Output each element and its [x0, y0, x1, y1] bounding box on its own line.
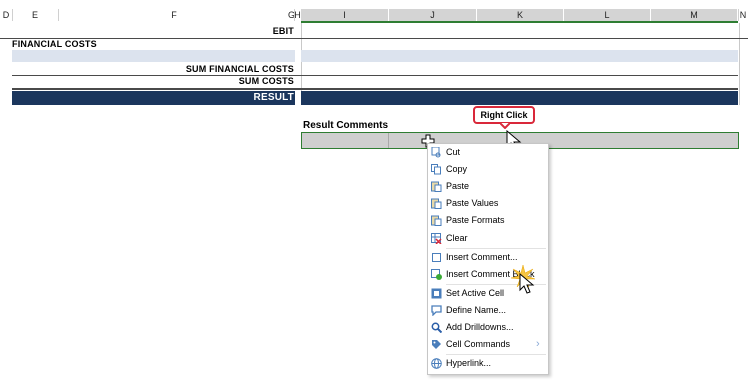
column-header-d[interactable]: D	[0, 9, 12, 21]
row-label-ebit: EBIT	[272, 26, 294, 36]
column-header-m[interactable]: M	[651, 9, 738, 21]
result-row	[12, 91, 738, 105]
row-label-financial-costs: FINANCIAL COSTS	[12, 39, 97, 49]
mouse-pointer-icon	[519, 273, 535, 294]
cut-icon	[431, 147, 441, 158]
insert-comment-icon	[432, 253, 441, 262]
result-comments-label: Result Comments	[303, 120, 389, 131]
hyperlink-icon	[431, 358, 442, 369]
paste-icon	[431, 181, 442, 192]
define-name-icon	[431, 305, 442, 316]
callout-pointer-icon	[500, 123, 510, 129]
insert-comment-block-icon	[431, 269, 442, 280]
column-header-l[interactable]: L	[564, 9, 651, 21]
copy-icon	[431, 164, 441, 175]
menu-item-clear[interactable]: Clear	[428, 230, 546, 247]
add-drilldowns-icon	[431, 322, 442, 333]
paste-formats-icon	[431, 215, 442, 226]
cell-commands-icon	[432, 340, 441, 349]
set-active-cell-icon	[431, 288, 442, 299]
submenu-arrow-icon: ›	[536, 338, 540, 350]
row-label-result: RESULT	[253, 92, 294, 103]
callout-label: Right Click	[480, 110, 528, 120]
column-header-i[interactable]: I	[301, 9, 389, 21]
menu-item-insert-comment[interactable]: Insert Comment...	[428, 249, 546, 266]
column-header-j[interactable]: J	[389, 9, 477, 21]
menu-item-define-name[interactable]: Define Name...	[428, 302, 546, 319]
menu-item-cut[interactable]: Cut	[428, 144, 546, 161]
right-click-callout: Right Click	[473, 106, 535, 124]
column-header-e[interactable]: E	[12, 9, 58, 21]
menu-item-hyperlink[interactable]: Hyperlink...	[428, 355, 546, 372]
paste-values-icon	[431, 198, 442, 209]
column-header-k[interactable]: K	[477, 9, 564, 21]
column-header-f[interactable]: F	[58, 9, 290, 21]
band-row	[12, 50, 738, 62]
menu-item-paste-values[interactable]: Paste Values	[428, 195, 546, 212]
column-header-h[interactable]: H	[294, 9, 301, 21]
menu-item-cell-commands[interactable]: Cell Commands ›	[428, 336, 546, 353]
row-label-sum-financial-costs: SUM FINANCIAL COSTS	[185, 64, 294, 74]
menu-item-paste[interactable]: Paste	[428, 178, 546, 195]
menu-item-add-drilldowns[interactable]: Add Drilldowns...	[428, 319, 546, 336]
menu-item-copy[interactable]: Copy	[428, 161, 546, 178]
clear-icon	[431, 233, 442, 244]
column-header-n[interactable]: N	[738, 9, 748, 21]
menu-item-paste-formats[interactable]: Paste Formats	[428, 212, 546, 229]
row-label-sum-costs: SUM COSTS	[238, 76, 294, 86]
